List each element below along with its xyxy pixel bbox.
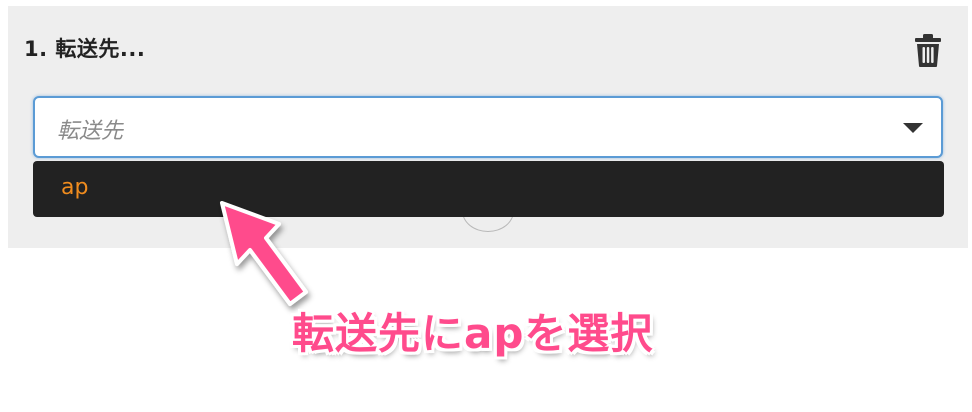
destination-select-placeholder: 転送先 xyxy=(57,119,124,144)
caret-down-icon[interactable] xyxy=(903,123,923,133)
annotation-label: 転送先にapを選択 xyxy=(292,309,654,358)
dropdown-option-label: ap xyxy=(61,175,89,200)
step-title: 1. 転送先... xyxy=(24,37,146,61)
dropdown-option-ap[interactable]: ap xyxy=(33,161,944,217)
page: 1. 転送先... 転送先 ap 転送先にapを選択 xyxy=(0,0,972,412)
delete-step-button[interactable] xyxy=(912,32,944,68)
trash-icon xyxy=(915,34,941,67)
destination-select[interactable]: 転送先 xyxy=(33,96,943,158)
destination-dropdown-menu: ap xyxy=(33,161,944,217)
